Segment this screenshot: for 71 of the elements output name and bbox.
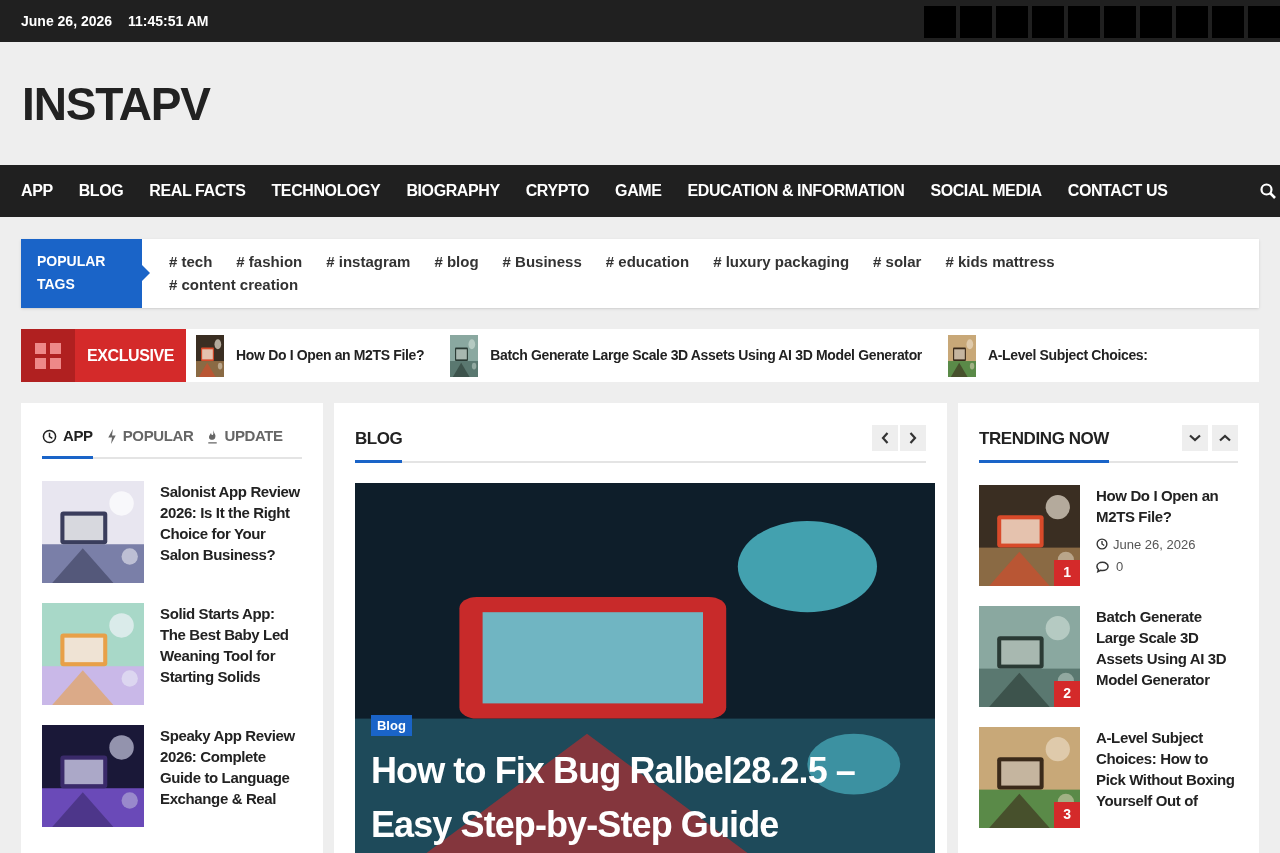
tag-link[interactable]: # Business bbox=[502, 250, 582, 273]
chevron-left-icon bbox=[881, 432, 890, 444]
social-link[interactable] bbox=[1212, 6, 1244, 38]
grid-icon bbox=[35, 342, 61, 369]
post-title[interactable]: Solid Starts App: The Best Baby Led Weaning Tool for Starting Solids bbox=[160, 602, 302, 705]
clock-icon bbox=[42, 428, 57, 444]
tag-link[interactable]: # blog bbox=[434, 250, 479, 273]
scroll-down-button[interactable] bbox=[1182, 425, 1208, 451]
nav-link[interactable]: CRYPTO bbox=[525, 179, 590, 203]
tab[interactable]: UPDATE bbox=[207, 425, 283, 459]
social-link[interactable] bbox=[1176, 6, 1208, 38]
ticker-headline[interactable]: Batch Generate Large Scale 3D Assets Using AI 3D Model Generator bbox=[490, 345, 922, 366]
nav-link[interactable]: REAL FACTS bbox=[149, 179, 246, 203]
flame-icon bbox=[207, 428, 219, 444]
tag-link[interactable]: # luxury packaging bbox=[713, 250, 850, 273]
section-title: BLOG bbox=[354, 426, 403, 463]
post-date: June 26, 2026 bbox=[1113, 535, 1196, 554]
social-link[interactable] bbox=[1068, 6, 1100, 38]
tab[interactable]: APP bbox=[42, 425, 93, 459]
chevron-right-icon bbox=[909, 432, 918, 444]
nav-link[interactable]: EDUCATION & INFORMATION bbox=[687, 179, 905, 203]
nav-link[interactable]: SOCIAL MEDIA bbox=[930, 179, 1042, 203]
tag-link[interactable]: # solar bbox=[873, 250, 922, 273]
post-title[interactable]: A-Level Subject Choices: How to Pick Without Boxing Yourself Out of bbox=[1096, 726, 1238, 811]
social-link[interactable] bbox=[1032, 6, 1064, 38]
lightning-icon bbox=[106, 428, 117, 444]
nav-link[interactable]: TECHNOLOGY bbox=[271, 179, 381, 203]
site-logo[interactable]: INSTAPV bbox=[22, 80, 210, 127]
social-link[interactable] bbox=[924, 6, 956, 38]
chevron-up-icon bbox=[1219, 434, 1231, 442]
post-title[interactable]: Batch Generate Large Scale 3D Assets Using AI 3D Model Generator bbox=[1096, 605, 1238, 690]
exclusive-title: EXCLUSIVE bbox=[86, 345, 176, 366]
nav-link[interactable]: APP bbox=[21, 179, 53, 203]
tag-link[interactable]: # instagram bbox=[326, 250, 411, 273]
social-link[interactable] bbox=[996, 6, 1028, 38]
rank-badge: 2 bbox=[1054, 680, 1081, 707]
tag-link[interactable]: # fashion bbox=[236, 250, 303, 273]
tag-link[interactable]: # kids mattress bbox=[945, 250, 1055, 273]
social-link[interactable] bbox=[1104, 6, 1136, 38]
nav-link[interactable]: BIOGRAPHY bbox=[406, 179, 500, 203]
tag-link[interactable]: # tech bbox=[169, 250, 213, 273]
social-link[interactable] bbox=[960, 6, 992, 38]
post-title[interactable]: Speaky App Review 2026: Complete Guide to Language Exchange & Real bbox=[160, 724, 302, 827]
post-title[interactable]: Salonist App Review 2026: Is It the Right Choice for Your Salon Business? bbox=[160, 480, 302, 583]
rank-badge: 3 bbox=[1054, 801, 1081, 828]
current-time: 11:45:51 AM bbox=[128, 11, 209, 31]
comment-icon bbox=[1096, 560, 1110, 573]
post-title[interactable]: How Do I Open an M2TS File? bbox=[1096, 484, 1238, 527]
search-icon[interactable] bbox=[1260, 183, 1276, 199]
tag-link[interactable]: # content creation bbox=[169, 273, 299, 296]
ticker-headline[interactable]: A-Level Subject Choices: bbox=[987, 345, 1148, 366]
popular-tags-label: POPULAR TAGS bbox=[21, 239, 142, 308]
nav-link[interactable]: BLOG bbox=[78, 179, 124, 203]
tab[interactable]: POPULAR bbox=[106, 425, 194, 459]
scroll-up-button[interactable] bbox=[1212, 425, 1238, 451]
ticker-headline[interactable]: How Do I Open an M2TS File? bbox=[236, 345, 425, 366]
rank-badge: 1 bbox=[1054, 559, 1081, 586]
section-title: TRENDING NOW bbox=[979, 426, 1109, 463]
current-date: June 26, 2026 bbox=[21, 11, 113, 31]
previous-button[interactable] bbox=[872, 425, 899, 451]
nav-link[interactable]: CONTACT US bbox=[1067, 179, 1168, 203]
social-link[interactable] bbox=[1140, 6, 1172, 38]
chevron-down-icon bbox=[1189, 434, 1201, 442]
comment-count: 0 bbox=[1116, 558, 1124, 576]
pointer-arrow bbox=[142, 265, 150, 281]
next-button[interactable] bbox=[900, 425, 927, 451]
nav-link[interactable]: GAME bbox=[615, 179, 662, 203]
featured-post-title[interactable]: How to Fix Bug Ralbel28.2.5 – Easy Step-by-Step Guide bbox=[370, 744, 919, 852]
clock-icon bbox=[1096, 538, 1109, 551]
social-link[interactable] bbox=[1248, 6, 1280, 38]
tag-link[interactable]: # education bbox=[605, 250, 690, 273]
